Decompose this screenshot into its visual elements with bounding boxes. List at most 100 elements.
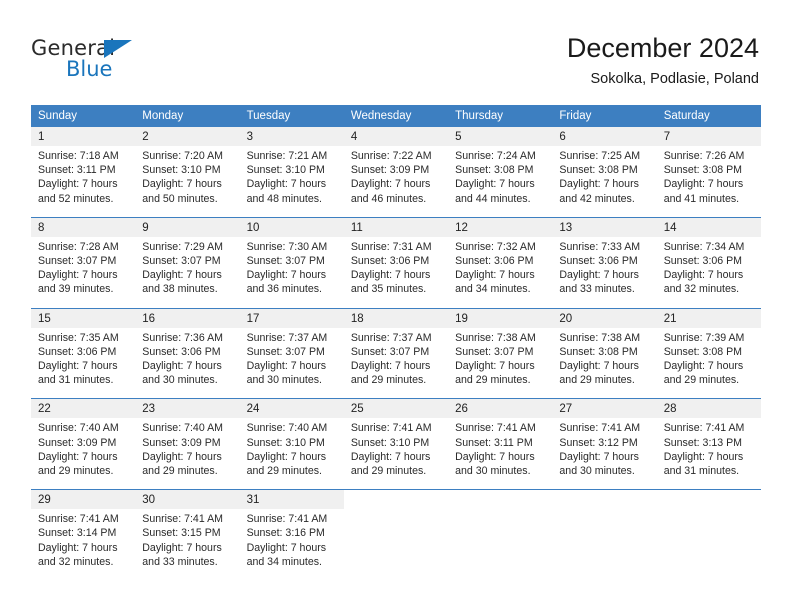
day-number[interactable]: 21	[656, 307, 761, 328]
sunrise-text: Sunrise: 7:24 AM	[455, 150, 536, 162]
day-number[interactable]: 8	[31, 216, 136, 237]
day-number[interactable]: 2	[135, 127, 240, 146]
sunrise-text: Sunrise: 7:33 AM	[559, 240, 641, 253]
day-cell-empty	[343, 509, 449, 581]
day-number[interactable]: 6	[552, 127, 657, 146]
daylight-text-line1: Daylight: 7 hours	[142, 269, 222, 282]
sunset-text: Sunset: 3:11 PM	[38, 164, 116, 177]
daylight-text-line1: Daylight: 7 hours	[246, 178, 327, 191]
day-cell[interactable]: Sunrise: 7:38 AM Sunset: 3:08 PM Dayligh…	[552, 327, 657, 399]
day-number[interactable]: 5	[448, 127, 553, 146]
sunset-text: Sunset: 3:08 PM	[559, 164, 638, 177]
day-cell[interactable]: Sunrise: 7:31 AM Sunset: 3:06 PM Dayligh…	[343, 236, 449, 309]
day-cell[interactable]: Sunrise: 7:41 AM Sunset: 3:11 PM Dayligh…	[448, 418, 553, 490]
general-blue-logo[interactable]: General Blue	[31, 36, 181, 82]
daylight-text-line1: Daylight: 7 hours	[38, 541, 118, 554]
day-cell[interactable]: Sunrise: 7:24 AM Sunset: 3:08 PM Dayligh…	[448, 146, 553, 218]
daylight-text-line2: and 50 minutes.	[142, 192, 218, 205]
day-number[interactable]: 1	[31, 127, 136, 146]
sunset-text: Sunset: 3:06 PM	[559, 255, 638, 268]
daylight-text-line2: and 29 minutes.	[663, 374, 740, 387]
daylight-text-line2: and 30 minutes.	[142, 374, 218, 387]
daylight-text-line2: and 36 minutes.	[246, 283, 322, 296]
day-cell[interactable]: Sunrise: 7:38 AM Sunset: 3:07 PM Dayligh…	[448, 327, 553, 399]
day-number[interactable]: 26	[448, 398, 553, 419]
day-cell[interactable]: Sunrise: 7:39 AM Sunset: 3:08 PM Dayligh…	[656, 327, 761, 399]
day-cell-empty	[552, 509, 657, 581]
sunrise-text: Sunrise: 7:34 AM	[663, 240, 745, 253]
day-cell[interactable]: Sunrise: 7:30 AM Sunset: 3:07 PM Dayligh…	[239, 236, 344, 309]
day-number[interactable]: 23	[135, 398, 240, 419]
day-cell[interactable]: Sunrise: 7:41 AM Sunset: 3:10 PM Dayligh…	[343, 418, 449, 490]
day-number[interactable]: 9	[135, 216, 240, 237]
day-cell[interactable]: Sunrise: 7:37 AM Sunset: 3:07 PM Dayligh…	[343, 327, 449, 399]
daylight-text-line1: Daylight: 7 hours	[455, 450, 535, 463]
sunset-text: Sunset: 3:07 PM	[142, 255, 221, 268]
day-cell[interactable]: Sunrise: 7:32 AM Sunset: 3:06 PM Dayligh…	[448, 236, 553, 309]
day-cell[interactable]: Sunrise: 7:41 AM Sunset: 3:15 PM Dayligh…	[135, 509, 240, 581]
sunset-text: Sunset: 3:14 PM	[38, 527, 117, 540]
day-cell[interactable]: Sunrise: 7:22 AM Sunset: 3:09 PM Dayligh…	[343, 146, 449, 218]
daylight-text-line1: Daylight: 7 hours	[455, 178, 535, 191]
day-cell[interactable]: Sunrise: 7:25 AM Sunset: 3:08 PM Dayligh…	[552, 146, 657, 218]
daylight-text-line1: Daylight: 7 hours	[663, 178, 744, 191]
day-number[interactable]: 24	[239, 398, 344, 419]
daylight-text-line1: Daylight: 7 hours	[142, 541, 222, 554]
daylight-text-line1: Daylight: 7 hours	[38, 269, 118, 282]
day-cell[interactable]: Sunrise: 7:21 AM Sunset: 3:10 PM Dayligh…	[239, 146, 344, 218]
daylight-text-line2: and 35 minutes.	[350, 283, 427, 296]
day-number[interactable]: 4	[343, 127, 449, 146]
day-number[interactable]: 19	[448, 307, 553, 328]
day-cell[interactable]: Sunrise: 7:35 AM Sunset: 3:06 PM Dayligh…	[31, 327, 136, 399]
day-number[interactable]: 11	[343, 216, 449, 237]
sunset-text: Sunset: 3:16 PM	[246, 527, 325, 540]
daylight-text-line1: Daylight: 7 hours	[350, 450, 431, 463]
day-cell[interactable]: Sunrise: 7:34 AM Sunset: 3:06 PM Dayligh…	[656, 236, 761, 309]
week-row-daynumbers: 1 2 3 4 5 6 7	[31, 127, 761, 146]
day-cell[interactable]: Sunrise: 7:20 AM Sunset: 3:10 PM Dayligh…	[135, 146, 240, 218]
sunrise-text: Sunrise: 7:37 AM	[246, 331, 328, 344]
day-cell[interactable]: Sunrise: 7:33 AM Sunset: 3:06 PM Dayligh…	[552, 236, 657, 309]
day-number[interactable]: 7	[656, 127, 761, 146]
weekday-header-tuesday: Tuesday	[239, 105, 344, 127]
day-number[interactable]: 12	[448, 216, 553, 237]
day-cell[interactable]: Sunrise: 7:41 AM Sunset: 3:13 PM Dayligh…	[656, 418, 761, 490]
day-cell[interactable]: Sunrise: 7:18 AM Sunset: 3:11 PM Dayligh…	[31, 146, 136, 218]
sunset-text: Sunset: 3:07 PM	[455, 345, 534, 358]
day-cell[interactable]: Sunrise: 7:41 AM Sunset: 3:16 PM Dayligh…	[239, 509, 344, 581]
sunset-text: Sunset: 3:09 PM	[142, 436, 221, 449]
day-number[interactable]: 15	[31, 307, 136, 328]
day-cell[interactable]: Sunrise: 7:40 AM Sunset: 3:09 PM Dayligh…	[135, 418, 240, 490]
day-number[interactable]: 20	[552, 307, 657, 328]
daylight-text-line2: and 33 minutes.	[559, 283, 635, 296]
day-number[interactable]: 31	[239, 489, 344, 510]
day-cell[interactable]: Sunrise: 7:41 AM Sunset: 3:12 PM Dayligh…	[552, 418, 657, 490]
day-cell[interactable]: Sunrise: 7:40 AM Sunset: 3:10 PM Dayligh…	[239, 418, 344, 490]
day-cell[interactable]: Sunrise: 7:26 AM Sunset: 3:08 PM Dayligh…	[656, 146, 761, 218]
day-number[interactable]: 17	[239, 307, 344, 328]
day-number[interactable]: 14	[656, 216, 761, 237]
day-number[interactable]: 30	[135, 489, 240, 510]
day-cell[interactable]: Sunrise: 7:37 AM Sunset: 3:07 PM Dayligh…	[239, 327, 344, 399]
day-number[interactable]: 3	[239, 127, 344, 146]
daylight-text-line2: and 44 minutes.	[455, 192, 531, 205]
daylight-text-line2: and 46 minutes.	[350, 192, 427, 205]
daylight-text-line2: and 29 minutes.	[455, 374, 531, 387]
day-number[interactable]: 22	[31, 398, 136, 419]
day-number[interactable]: 16	[135, 307, 240, 328]
day-number[interactable]: 27	[552, 398, 657, 419]
day-cell[interactable]: Sunrise: 7:36 AM Sunset: 3:06 PM Dayligh…	[135, 327, 240, 399]
day-number[interactable]: 25	[343, 398, 449, 419]
page-title: December 2024	[566, 33, 759, 63]
day-cell[interactable]: Sunrise: 7:29 AM Sunset: 3:07 PM Dayligh…	[135, 236, 240, 309]
day-number[interactable]: 29	[31, 489, 136, 510]
day-cell[interactable]: Sunrise: 7:28 AM Sunset: 3:07 PM Dayligh…	[31, 236, 136, 309]
sunrise-text: Sunrise: 7:35 AM	[38, 331, 119, 344]
day-number[interactable]: 18	[343, 307, 449, 328]
day-cell[interactable]: Sunrise: 7:40 AM Sunset: 3:09 PM Dayligh…	[31, 418, 136, 490]
day-number[interactable]: 28	[656, 398, 761, 419]
daylight-text-line1: Daylight: 7 hours	[455, 269, 535, 282]
day-number[interactable]: 10	[239, 216, 344, 237]
day-cell[interactable]: Sunrise: 7:41 AM Sunset: 3:14 PM Dayligh…	[31, 509, 136, 581]
day-number[interactable]: 13	[552, 216, 657, 237]
